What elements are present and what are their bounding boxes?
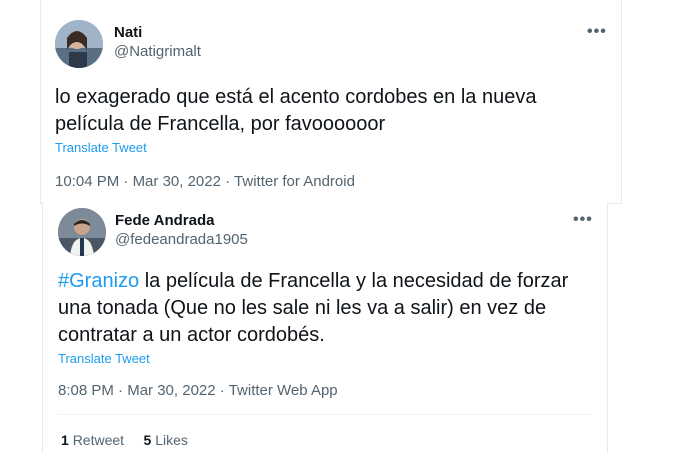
tweet-text: #Granizo la película de Francella y la n… — [58, 268, 588, 349]
separator: · — [225, 173, 231, 190]
more-horizontal-icon[interactable]: ••• — [573, 211, 593, 229]
retweets-label: Retweet — [72, 432, 125, 448]
separator: · — [123, 173, 129, 190]
divider — [58, 414, 592, 415]
tweet-stats: 1 Retweet 5 Likes — [61, 432, 188, 448]
likes-label: Likes — [155, 432, 188, 448]
tweet-date[interactable]: Mar 30, 2022 — [133, 173, 221, 190]
tweet-meta: 8:08 PM · Mar 30, 2022 · Twitter Web App — [58, 382, 338, 399]
tweet-meta: 10:04 PM · Mar 30, 2022 · Twitter for An… — [55, 173, 355, 190]
translate-tweet-link[interactable]: Translate Tweet — [55, 140, 147, 155]
separator: · — [219, 382, 225, 399]
likes-count: 5 — [143, 432, 152, 448]
translate-tweet-link[interactable]: Translate Tweet — [58, 351, 150, 366]
avatar-photo — [58, 208, 106, 256]
tweet-card-1: Nati @Natigrimalt ••• lo exagerado que e… — [40, 0, 622, 204]
avatar-photo — [55, 20, 103, 68]
author-handle[interactable]: @Natigrimalt — [114, 43, 201, 60]
tweet-time[interactable]: 8:08 PM — [58, 382, 114, 399]
tweet-text: lo exagerado que está el acento cordobes… — [55, 86, 537, 135]
author-name[interactable]: Nati — [114, 24, 142, 41]
separator: · — [118, 382, 124, 399]
tweet-time[interactable]: 10:04 PM — [55, 173, 119, 190]
tweet-source[interactable]: Twitter Web App — [229, 382, 338, 399]
avatar[interactable] — [58, 208, 106, 256]
tweet-source[interactable]: Twitter for Android — [234, 173, 355, 190]
avatar[interactable] — [55, 20, 103, 68]
tweet-date[interactable]: Mar 30, 2022 — [127, 382, 215, 399]
hashtag-link[interactable]: #Granizo — [58, 270, 139, 292]
retweets-stat[interactable]: 1 Retweet — [61, 432, 124, 448]
author-handle[interactable]: @fedeandrada1905 — [115, 231, 248, 248]
likes-stat[interactable]: 5 Likes — [144, 432, 188, 448]
retweets-count: 1 — [61, 432, 69, 448]
author-name[interactable]: Fede Andrada — [115, 212, 214, 229]
tweet-card-2: Fede Andrada @fedeandrada1905 ••• #Grani… — [42, 202, 608, 453]
more-horizontal-icon[interactable]: ••• — [587, 23, 607, 41]
